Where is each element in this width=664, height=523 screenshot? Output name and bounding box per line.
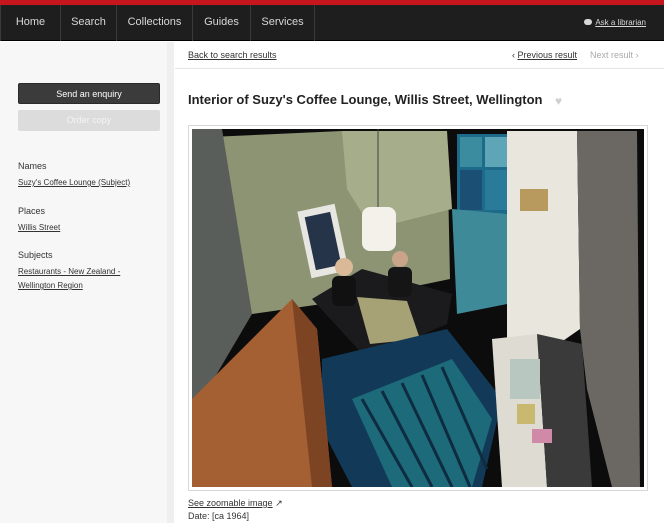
previous-result-link[interactable]: ‹ Previous result [512, 50, 577, 60]
names-heading: Names [18, 161, 47, 171]
subjects-link-line1: Restaurants - New Zealand - [18, 267, 121, 276]
image-frame [188, 125, 648, 491]
heart-icon[interactable]: ♥ [555, 94, 562, 108]
next-result-label: Next result [590, 50, 634, 60]
chevron-left-icon: ‹ [512, 50, 515, 60]
sidebar-edge [167, 42, 174, 523]
previous-result-label: Previous result [517, 50, 578, 60]
top-navigation: Home Search Collections Guides Services … [0, 5, 664, 41]
main-content: Back to search results ‹ Previous result… [175, 42, 664, 523]
nav-guides[interactable]: Guides [193, 5, 251, 41]
nav-services[interactable]: Services [251, 5, 315, 41]
subjects-link-line2: Wellington Region [18, 281, 83, 290]
places-link[interactable]: Willis Street [18, 221, 60, 235]
back-to-results-link[interactable]: Back to search results [188, 50, 277, 60]
chevron-right-icon: › [635, 50, 639, 60]
chat-bubble-icon [584, 19, 593, 25]
page-title: Interior of Suzy's Coffee Lounge, Willis… [188, 92, 543, 107]
ask-librarian-label: Ask a librarian [595, 18, 646, 27]
result-navigation: Back to search results ‹ Previous result… [175, 42, 664, 69]
nav-collections[interactable]: Collections [117, 5, 193, 41]
sidebar: Send an enquiry Order copy Names Suzy's … [0, 42, 174, 523]
subjects-link[interactable]: Restaurants - New Zealand - Wellington R… [18, 265, 120, 293]
coffee-lounge-photo[interactable] [192, 129, 644, 487]
zoomable-image-label: See zoomable image [188, 498, 273, 508]
send-enquiry-button[interactable]: Send an enquiry [18, 83, 160, 104]
places-heading: Places [18, 206, 46, 216]
external-link-icon: ↗ [275, 498, 283, 508]
subjects-heading: Subjects [18, 250, 53, 260]
ask-librarian-link[interactable]: Ask a librarian [584, 5, 646, 41]
names-link[interactable]: Suzy's Coffee Lounge (Subject) [18, 176, 130, 190]
nav-search[interactable]: Search [61, 5, 117, 41]
nav-home[interactable]: Home [0, 5, 61, 41]
zoomable-image-link[interactable]: See zoomable image ↗ [188, 498, 283, 509]
date-field: Date: [ca 1964] [188, 511, 250, 521]
next-result-link: Next result › [590, 50, 639, 60]
order-copy-button: Order copy [18, 110, 160, 131]
